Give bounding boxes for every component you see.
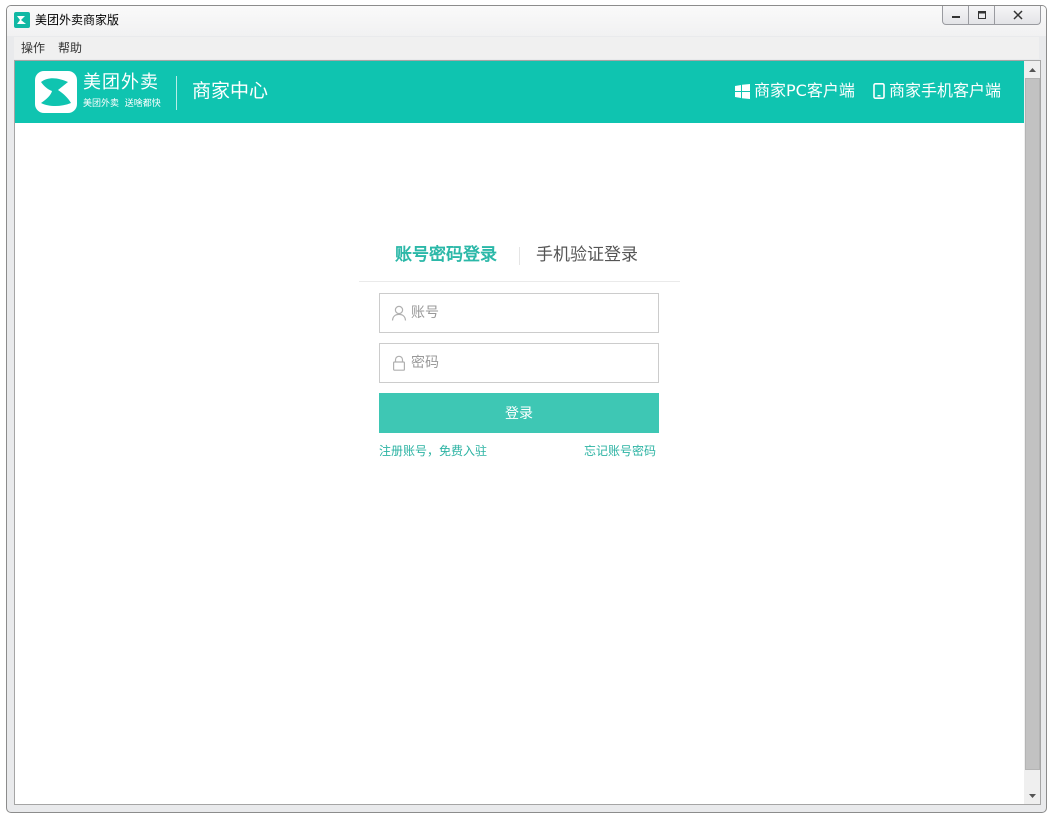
window-controls (942, 6, 1041, 26)
minimize-button[interactable] (942, 6, 969, 25)
menu-bar: 操作 帮助 (14, 37, 1039, 59)
tab-sms-login[interactable]: 手机验证登录 (536, 243, 638, 267)
login-tabs: 账号密码登录 手机验证登录 (359, 237, 680, 282)
phone-icon (873, 83, 885, 99)
web-content: 美团外卖 美团外卖 送啥都快 商家中心 商家PC客户端 商家手机客户端 账号密码… (14, 60, 1041, 805)
user-icon (391, 305, 407, 321)
windows-icon (735, 83, 750, 99)
close-button[interactable] (995, 6, 1041, 25)
account-field[interactable] (379, 293, 659, 333)
register-link[interactable]: 注册账号，免费入驻 (379, 443, 487, 459)
menu-item-operation[interactable]: 操作 (21, 41, 45, 55)
vertical-scrollbar[interactable] (1024, 61, 1040, 804)
mobile-client-label: 商家手机客户端 (889, 81, 1002, 100)
pc-client-label: 商家PC客户端 (754, 81, 855, 100)
brand-name: 美团外卖 (83, 72, 159, 93)
app-window: 美团外卖商家版 操作 帮助 美团外卖 美团外卖 送啥都快 商家中心 商家PC客户… (6, 5, 1047, 813)
password-field[interactable] (379, 343, 659, 383)
arrow-down-icon (1029, 793, 1036, 798)
arrow-up-icon (1029, 67, 1036, 72)
restore-icon (977, 11, 986, 19)
site-header: 美团外卖 美团外卖 送啥都快 商家中心 商家PC客户端 商家手机客户端 (15, 61, 1024, 123)
restore-button[interactable] (969, 6, 995, 25)
forgot-password-link[interactable]: 忘记账号密码 (584, 443, 656, 459)
login-button[interactable]: 登录 (379, 393, 659, 433)
password-input[interactable] (411, 348, 641, 378)
account-input[interactable] (411, 298, 641, 328)
scroll-down-button[interactable] (1024, 787, 1040, 804)
title-bar[interactable]: 美团外卖商家版 (7, 6, 1046, 36)
lock-icon (392, 355, 406, 371)
scroll-up-button[interactable] (1024, 61, 1040, 78)
mobile-client-link[interactable]: 商家手机客户端 (873, 80, 1001, 102)
page-title: 商家中心 (192, 80, 269, 102)
brand-slogan: 美团外卖 送啥都快 (83, 99, 161, 109)
close-icon (1012, 10, 1023, 20)
scroll-thumb[interactable] (1025, 78, 1040, 770)
pc-client-link[interactable]: 商家PC客户端 (735, 80, 855, 102)
meituan-logo-icon (35, 71, 77, 113)
window-title: 美团外卖商家版 (35, 13, 120, 27)
header-divider (176, 76, 177, 110)
menu-item-help[interactable]: 帮助 (58, 41, 82, 55)
meituan-app-icon (14, 12, 30, 28)
tab-separator (519, 247, 520, 265)
tab-password-login[interactable]: 账号密码登录 (395, 243, 497, 267)
minimize-icon (951, 16, 960, 18)
